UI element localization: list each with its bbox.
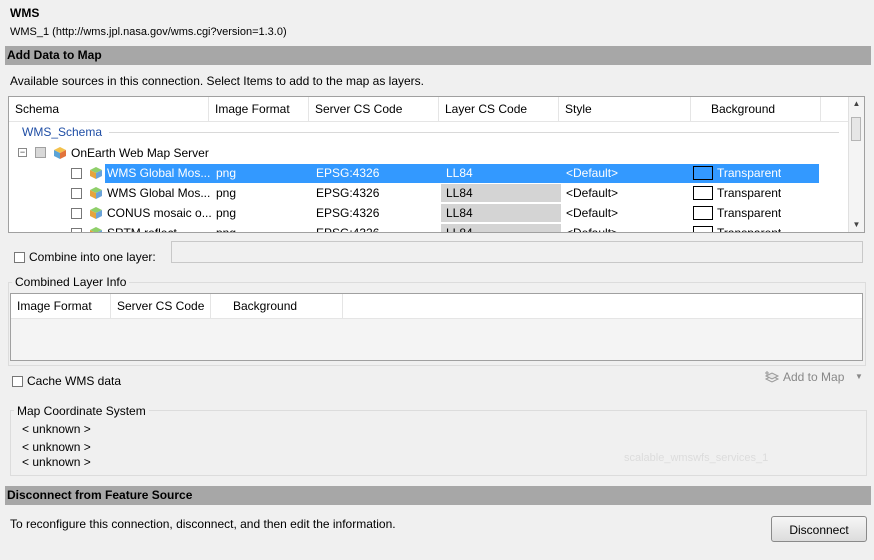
- sources-tree[interactable]: Schema Image Format Server CS Code Layer…: [8, 96, 865, 233]
- map-coordinate-system-group: [10, 410, 867, 476]
- layer-image-format[interactable]: png: [216, 223, 236, 232]
- row-checkbox[interactable]: [71, 168, 82, 179]
- coordinate-system-line: < unknown >: [22, 440, 91, 454]
- layer-style[interactable]: <Default>: [566, 163, 618, 183]
- server-cube-icon: [54, 147, 66, 159]
- combine-checkbox[interactable]: [14, 251, 25, 263]
- coordinate-system-line: < unknown >: [22, 422, 91, 436]
- layer-cube-icon: [90, 227, 102, 232]
- table-row[interactable]: SRTM reflect... png EPSG:4326 LL84 <Defa…: [9, 223, 849, 233]
- combined-layer-info-title: Combined Layer Info: [12, 275, 130, 289]
- disconnect-description: To reconfigure this connection, disconne…: [10, 517, 396, 531]
- cache-checkbox[interactable]: [12, 375, 23, 387]
- add-data-section-header: Add Data to Map: [5, 46, 871, 65]
- combined-layer-name-field[interactable]: [171, 241, 863, 263]
- row-checkbox[interactable]: [71, 208, 82, 219]
- column-header-background[interactable]: Background: [211, 294, 343, 318]
- add-to-map-label: Add to Map: [783, 370, 845, 384]
- disconnect-button[interactable]: Disconnect: [771, 516, 867, 542]
- watermark-text: scalable_wmswfs_services_1: [624, 452, 769, 464]
- layer-name: WMS Global Mos...: [107, 186, 211, 200]
- layer-cs-code[interactable]: LL84: [446, 163, 473, 183]
- cache-option[interactable]: Cache WMS data: [12, 374, 121, 388]
- background-swatch[interactable]: [693, 226, 713, 232]
- table-row[interactable]: WMS Global Mos... png EPSG:4326 LL84 <De…: [9, 183, 849, 203]
- sources-tree-header: Schema Image Format Server CS Code Layer…: [9, 97, 849, 122]
- layer-name: WMS Global Mos...: [107, 166, 211, 180]
- column-header-schema[interactable]: Schema: [9, 97, 209, 121]
- layer-image-format[interactable]: png: [216, 183, 236, 203]
- tree-vertical-scrollbar[interactable]: ▲ ▼: [848, 97, 864, 232]
- add-to-map-button[interactable]: Add to Map ▼: [761, 366, 867, 388]
- server-node[interactable]: − OnEarth Web Map Server: [9, 143, 849, 163]
- scroll-down-arrow-icon[interactable]: ▼: [849, 218, 864, 232]
- column-header-style[interactable]: Style: [559, 97, 691, 121]
- layer-background[interactable]: Transparent: [717, 203, 781, 223]
- layer-server-cs[interactable]: EPSG:4326: [316, 203, 379, 223]
- combined-layer-table-header: Image Format Server CS Code Background: [11, 294, 862, 319]
- column-header-image-format[interactable]: Image Format: [11, 294, 111, 318]
- background-swatch[interactable]: [693, 206, 713, 220]
- layer-image-format[interactable]: png: [216, 203, 236, 223]
- table-row[interactable]: WMS Global Mos... png EPSG:4326 LL84 <De…: [9, 163, 849, 183]
- column-header-background[interactable]: Background: [691, 97, 821, 121]
- combine-option[interactable]: Combine into one layer:: [14, 250, 156, 264]
- server-name: OnEarth Web Map Server: [71, 146, 209, 160]
- add-layer-icon: [764, 371, 780, 383]
- layer-cs-code[interactable]: LL84: [446, 183, 473, 203]
- cache-label: Cache WMS data: [27, 374, 122, 388]
- connection-info: WMS_1 (http://wms.jpl.nasa.gov/wms.cgi?v…: [10, 26, 287, 38]
- column-header-image-format[interactable]: Image Format: [209, 97, 309, 121]
- combined-layer-table[interactable]: Image Format Server CS Code Background: [10, 293, 863, 361]
- server-checkbox[interactable]: [35, 147, 46, 158]
- combine-label: Combine into one layer:: [29, 250, 156, 264]
- chevron-down-icon[interactable]: ▼: [855, 366, 863, 388]
- scroll-thumb[interactable]: [851, 117, 861, 141]
- map-coordinate-system-title: Map Coordinate System: [14, 404, 149, 418]
- layer-cube-icon: [90, 167, 102, 179]
- layer-image-format[interactable]: png: [216, 163, 236, 183]
- column-header-layer-cs-code[interactable]: Layer CS Code: [439, 97, 559, 121]
- layer-cs-code[interactable]: LL84: [446, 203, 473, 223]
- layer-background[interactable]: Transparent: [717, 183, 781, 203]
- background-swatch[interactable]: [693, 186, 713, 200]
- row-checkbox[interactable]: [71, 228, 82, 232]
- coordinate-system-line: < unknown >: [22, 455, 91, 469]
- layer-cube-icon: [90, 187, 102, 199]
- panel-title: WMS: [10, 6, 40, 20]
- layer-server-cs[interactable]: EPSG:4326: [316, 163, 379, 183]
- layer-style[interactable]: <Default>: [566, 183, 618, 203]
- scroll-up-arrow-icon[interactable]: ▲: [849, 97, 864, 111]
- layer-background[interactable]: Transparent: [717, 223, 781, 232]
- layer-name: SRTM reflect...: [107, 226, 187, 233]
- layer-cube-icon: [90, 207, 102, 219]
- disconnect-section-header: Disconnect from Feature Source: [5, 486, 871, 505]
- schema-divider: [109, 132, 839, 133]
- layer-name: CONUS mosaic o...: [107, 206, 211, 220]
- row-checkbox[interactable]: [71, 188, 82, 199]
- add-data-description: Available sources in this connection. Se…: [10, 74, 424, 88]
- schema-label[interactable]: WMS_Schema: [22, 125, 102, 139]
- layer-cs-code[interactable]: LL84: [446, 223, 473, 232]
- background-swatch[interactable]: [693, 166, 713, 180]
- column-header-server-cs-code[interactable]: Server CS Code: [309, 97, 439, 121]
- table-row[interactable]: CONUS mosaic o... png EPSG:4326 LL84 <De…: [9, 203, 849, 223]
- layer-server-cs[interactable]: EPSG:4326: [316, 223, 379, 232]
- layer-style[interactable]: <Default>: [566, 223, 618, 232]
- layer-server-cs[interactable]: EPSG:4326: [316, 183, 379, 203]
- layer-style[interactable]: <Default>: [566, 203, 618, 223]
- layer-background[interactable]: Transparent: [717, 163, 781, 183]
- column-header-server-cs-code[interactable]: Server CS Code: [111, 294, 211, 318]
- collapse-icon[interactable]: −: [18, 148, 27, 157]
